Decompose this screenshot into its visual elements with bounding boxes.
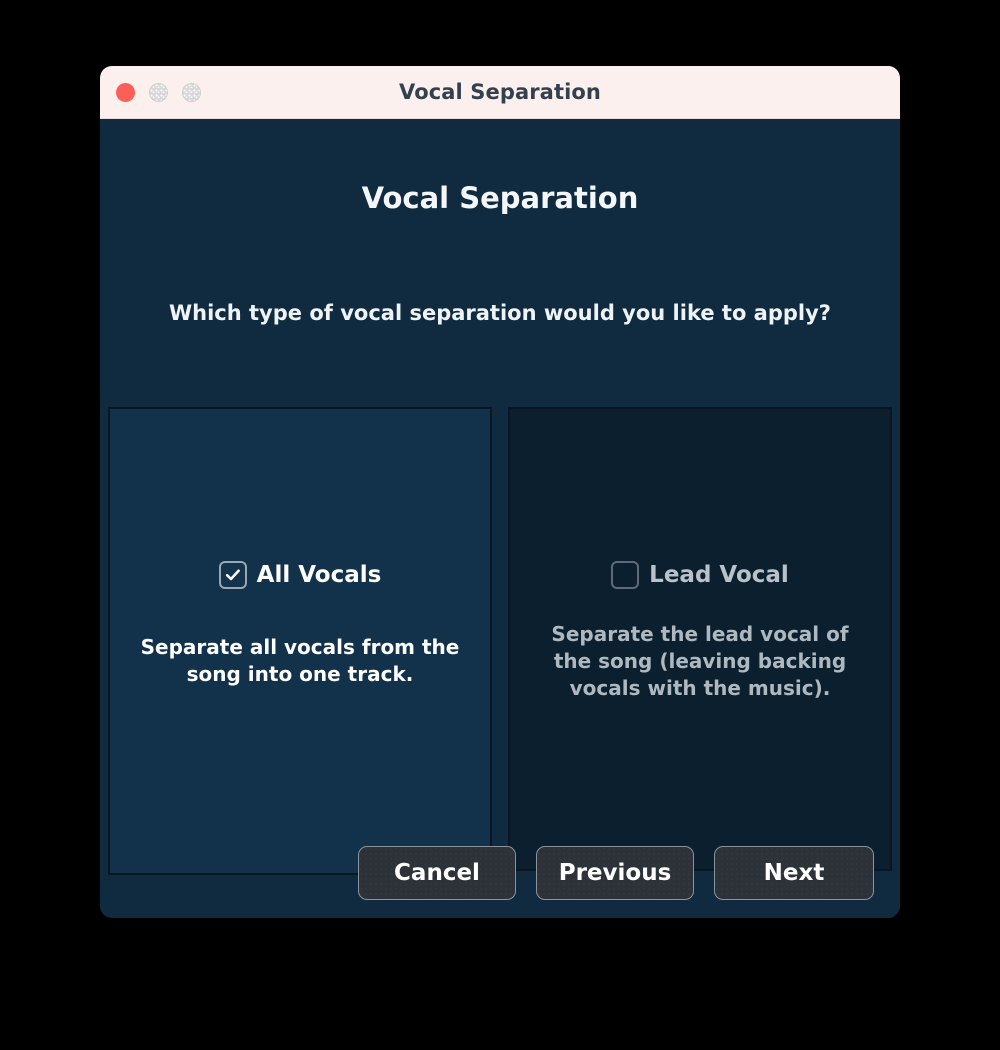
dialog-question: Which type of vocal separation would you… xyxy=(169,301,831,325)
next-button[interactable]: Next xyxy=(714,846,874,900)
vocal-separation-window: Vocal Separation Vocal Separation Which … xyxy=(100,66,900,918)
option-panel-all-vocals[interactable]: All Vocals Separate all vocals from the … xyxy=(108,407,492,875)
dialog-footer: Cancel Previous Next xyxy=(100,827,900,918)
previous-button[interactable]: Previous xyxy=(536,846,694,900)
minimize-window-icon[interactable] xyxy=(149,82,168,102)
checkbox-lead-vocal[interactable] xyxy=(611,561,640,589)
checkbox-all-vocals[interactable] xyxy=(218,561,247,589)
maximize-window-icon[interactable] xyxy=(182,82,201,102)
dialog-body: Vocal Separation Which type of vocal sep… xyxy=(100,119,900,918)
option-panel-lead-vocal[interactable]: Lead Vocal Separate the lead vocal of th… xyxy=(508,407,892,871)
option-description-lead-vocal: Separate the lead vocal of the song (lea… xyxy=(551,622,849,700)
option-label-lead-vocal: Lead Vocal xyxy=(649,562,789,588)
dialog-heading: Vocal Separation xyxy=(361,181,639,215)
screen: Vocal Separation Vocal Separation Which … xyxy=(0,0,1000,1050)
option-header-all-vocals[interactable]: All Vocals xyxy=(110,561,490,589)
close-window-icon[interactable] xyxy=(116,82,135,102)
window-title: Vocal Separation xyxy=(399,80,601,104)
option-label-all-vocals: All Vocals xyxy=(256,562,382,588)
option-header-lead-vocal[interactable]: Lead Vocal xyxy=(510,561,890,589)
window-titlebar: Vocal Separation xyxy=(100,66,900,119)
window-controls xyxy=(116,66,201,118)
cancel-button[interactable]: Cancel xyxy=(358,846,516,900)
option-description-all-vocals: Separate all vocals from the song into o… xyxy=(140,635,460,686)
